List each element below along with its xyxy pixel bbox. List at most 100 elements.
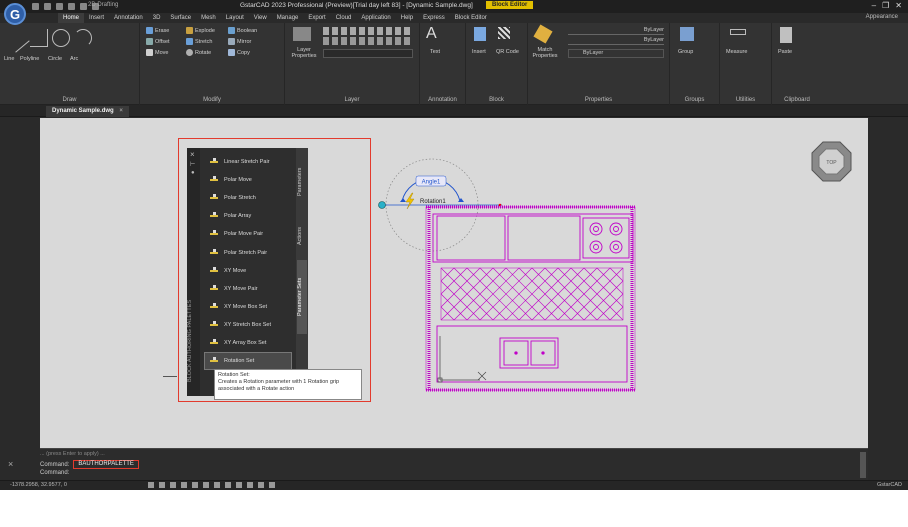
- rotation-parameter[interactable]: Angle1 Rotation1: [378, 158, 503, 252]
- line-icon[interactable]: [4, 27, 30, 53]
- kitchen-block[interactable]: [425, 205, 636, 392]
- palette-item-xy-move-box-set[interactable]: XY Move Box Set: [209, 299, 267, 315]
- document-tab[interactable]: Dynamic Sample.dwg ×: [46, 106, 129, 117]
- open-icon[interactable]: [44, 3, 51, 10]
- workspace-selector[interactable]: 2D Drafting: [88, 2, 118, 8]
- layer-properties-icon[interactable]: [293, 27, 311, 41]
- rotate-button[interactable]: Rotate: [186, 49, 211, 56]
- layer-tools-row-2[interactable]: [323, 37, 413, 45]
- minimize-icon[interactable]: –: [872, 1, 876, 10]
- new-icon[interactable]: [32, 3, 39, 10]
- viewcube[interactable]: TOP: [811, 141, 852, 182]
- palette-item-rotation-set[interactable]: Rotation Set: [204, 352, 292, 371]
- print-icon[interactable]: [68, 3, 75, 10]
- palette-item-linear-stretch-pair[interactable]: Linear Stretch Pair: [209, 154, 270, 170]
- stretch-button[interactable]: Stretch: [186, 38, 212, 45]
- text-icon[interactable]: A: [426, 25, 437, 43]
- ribbon-tab-layout[interactable]: Layout: [221, 13, 249, 23]
- polyline-icon[interactable]: [30, 29, 48, 47]
- layer-properties-button[interactable]: Layer Properties: [289, 47, 319, 59]
- mirror-button[interactable]: Mirror: [228, 38, 251, 45]
- paste-icon[interactable]: [780, 27, 792, 43]
- palette-tab-parameter-sets[interactable]: Parameter Sets: [297, 260, 307, 334]
- ribbon-tab-express[interactable]: Express: [418, 13, 450, 23]
- workspace-icon[interactable]: [258, 482, 264, 488]
- palette-item-xy-move[interactable]: XY Move: [209, 263, 246, 279]
- layer-dropdown[interactable]: [323, 49, 413, 58]
- palette-item-xy-array-box-set[interactable]: XY Array Box Set: [209, 335, 266, 351]
- command-close-icon[interactable]: ×: [8, 459, 13, 469]
- qr-code-icon[interactable]: [498, 27, 510, 39]
- ribbon-tab-block-editor[interactable]: Block Editor: [450, 13, 492, 23]
- ortho-icon[interactable]: [170, 482, 176, 488]
- appearance-menu[interactable]: Appearance: [866, 14, 898, 20]
- drawing-canvas[interactable]: TOP Angle1 Rotation1 × ⊢ ● BLOCK AUTHORI…: [40, 118, 868, 448]
- palette-tab-actions[interactable]: Actions: [297, 216, 307, 256]
- fullscreen-icon[interactable]: [269, 482, 275, 488]
- ribbon-tab-export[interactable]: Export: [303, 13, 330, 23]
- circle-icon[interactable]: [52, 29, 70, 47]
- action-lightning-icon[interactable]: [405, 192, 415, 210]
- palette-title-strip[interactable]: × ⊢ ● BLOCK AUTHORING PALETTES: [187, 148, 200, 396]
- palette-tab-parameters[interactable]: Parameters: [297, 152, 307, 212]
- ribbon-tab-surface[interactable]: Surface: [165, 13, 196, 23]
- ribbon-tab-cloud[interactable]: Cloud: [331, 13, 357, 23]
- ribbon-tab-application[interactable]: Application: [356, 13, 395, 23]
- lineweight-icon[interactable]: [214, 482, 220, 488]
- ribbon-draw-line[interactable]: Line: [4, 56, 14, 62]
- measure-icon[interactable]: [730, 29, 746, 35]
- palette-item-polar-stretch[interactable]: Polar Stretch: [209, 190, 256, 206]
- ribbon-tab-3d[interactable]: 3D: [148, 13, 166, 23]
- close-tab-icon[interactable]: ×: [119, 108, 123, 114]
- palette-item-xy-move-pair[interactable]: XY Move Pair: [209, 281, 258, 297]
- insert-icon[interactable]: [474, 27, 486, 41]
- linetype-dropdown[interactable]: ByLayer: [568, 37, 664, 45]
- measure-button[interactable]: Measure: [726, 49, 747, 55]
- otrack-icon[interactable]: [203, 482, 209, 488]
- explode-button[interactable]: Explode: [186, 27, 215, 34]
- text-button[interactable]: Text: [430, 49, 440, 55]
- ribbon-tab-home[interactable]: Home: [58, 13, 85, 23]
- save-icon[interactable]: [56, 3, 63, 10]
- ribbon-draw-arc[interactable]: Arc: [70, 56, 78, 62]
- offset-button[interactable]: Offset: [146, 38, 170, 45]
- palette-item-polar-move-pair[interactable]: Polar Move Pair: [209, 226, 263, 242]
- match-properties-button[interactable]: Match Properties: [530, 47, 560, 59]
- restore-icon[interactable]: ❐: [882, 1, 889, 10]
- selection-cycling-icon[interactable]: [236, 482, 242, 488]
- osnap-icon[interactable]: [192, 482, 198, 488]
- match-properties-icon[interactable]: [533, 24, 553, 44]
- command-scrollbar[interactable]: [860, 452, 866, 478]
- copy-button[interactable]: Copy: [228, 49, 250, 56]
- palette-item-xy-stretch-box-set[interactable]: XY Stretch Box Set: [209, 317, 271, 333]
- ribbon-tab-help[interactable]: Help: [396, 13, 418, 23]
- paste-button[interactable]: Paste: [778, 49, 792, 55]
- close-icon[interactable]: ✕: [895, 1, 902, 10]
- layer-tools-row-1[interactable]: [323, 27, 413, 35]
- undo-icon[interactable]: [80, 3, 87, 10]
- group-icon[interactable]: [680, 27, 694, 41]
- qr-code-button[interactable]: QR Code: [496, 49, 519, 55]
- erase-button[interactable]: Erase: [146, 27, 169, 34]
- palette-item-polar-stretch-pair[interactable]: Polar Stretch Pair: [209, 245, 267, 261]
- polar-icon[interactable]: [181, 482, 187, 488]
- ribbon-tab-annotation[interactable]: Annotation: [109, 13, 148, 23]
- ribbon-draw-circle[interactable]: Circle: [48, 56, 62, 62]
- snap-icon[interactable]: [148, 482, 154, 488]
- ribbon-tab-manage[interactable]: Manage: [272, 13, 304, 23]
- color-dropdown[interactable]: ByLayer: [568, 27, 664, 35]
- palette-item-polar-array[interactable]: Polar Array: [209, 208, 251, 224]
- move-button[interactable]: Move: [146, 49, 168, 56]
- ribbon-tab-mesh[interactable]: Mesh: [196, 13, 221, 23]
- ribbon-tab-view[interactable]: View: [249, 13, 272, 23]
- insert-button[interactable]: Insert: [472, 49, 486, 55]
- ribbon-draw-polyline[interactable]: Polyline: [20, 56, 39, 62]
- block-authoring-palette[interactable]: × ⊢ ● BLOCK AUTHORING PALETTES Linear St…: [187, 148, 308, 396]
- arc-icon[interactable]: [74, 29, 92, 47]
- command-input[interactable]: Command:: [40, 470, 69, 476]
- lineweight-dropdown[interactable]: ByLayer: [568, 49, 664, 58]
- app-logo[interactable]: G: [4, 3, 26, 25]
- grid-icon[interactable]: [159, 482, 165, 488]
- palette-item-polar-move[interactable]: Polar Move: [209, 172, 252, 188]
- annotation-scale-icon[interactable]: [247, 482, 253, 488]
